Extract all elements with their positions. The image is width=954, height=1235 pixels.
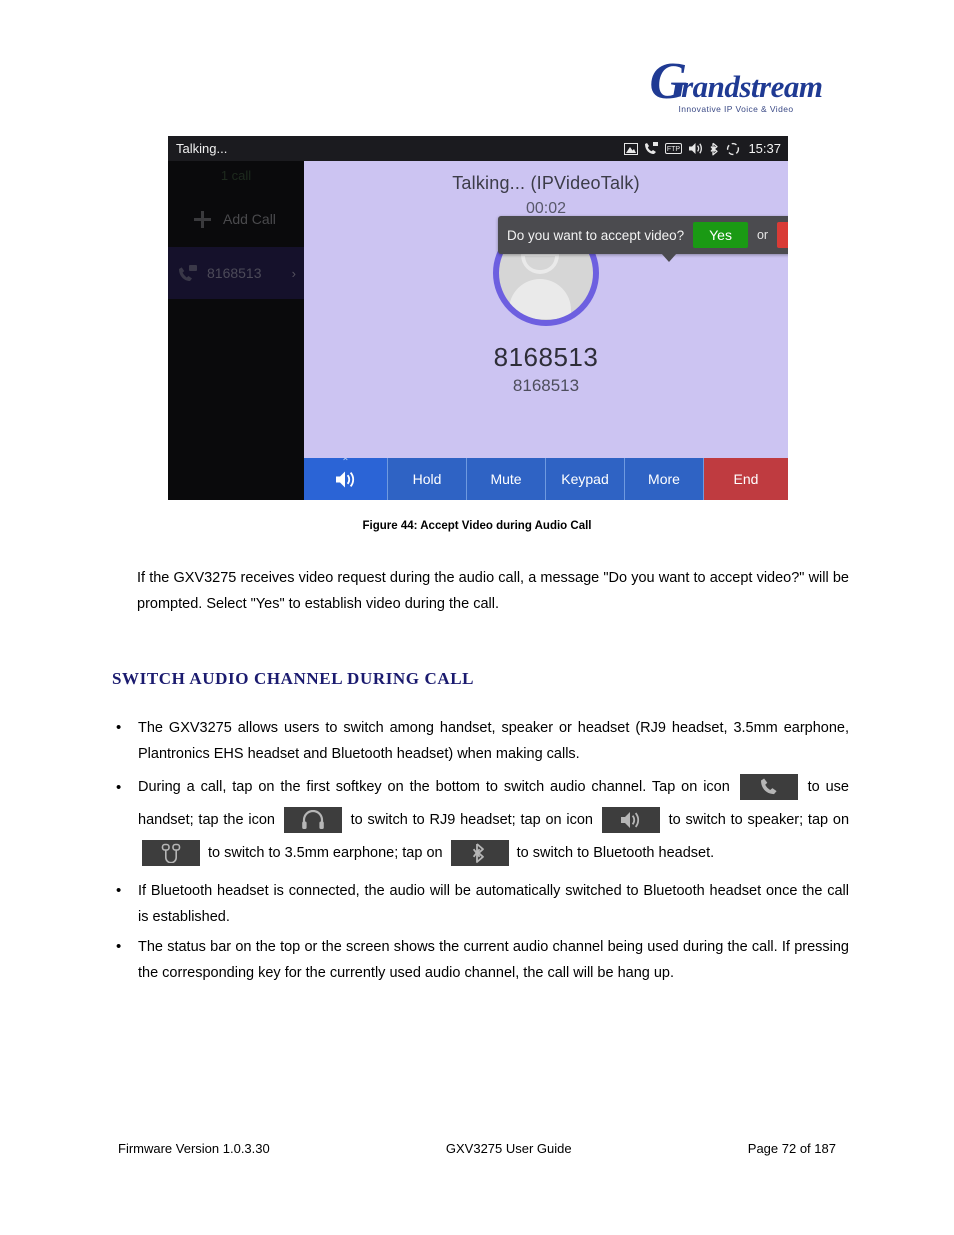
add-call-button[interactable]: Add Call <box>168 191 304 247</box>
list-item: During a call, tap on the first softkey … <box>112 771 849 870</box>
chevron-right-icon: › <box>291 265 296 281</box>
logo-mark: G randstream <box>636 52 836 110</box>
caller-name: 8168513 <box>493 342 599 372</box>
bluetooth-icon <box>710 142 719 155</box>
handset-icon <box>739 774 798 801</box>
accept-video-dialog: Do you want to accept video? Yes or No <box>498 216 788 262</box>
call-softkey-bar: ⌃ Hold Mute Keypad More End <box>304 458 788 500</box>
accept-video-yes-button[interactable]: Yes <box>693 222 748 248</box>
bullet-text-part: During a call, tap on the first softkey … <box>138 779 730 795</box>
document-body: If the GXV3275 receives video request du… <box>0 565 954 990</box>
add-call-label: Add Call <box>223 211 276 227</box>
logo-initial-g: G <box>649 52 688 110</box>
speaker-icon <box>335 471 354 487</box>
image-icon <box>624 142 639 155</box>
active-call-panel: Talking... (IPVideoTalk) 00:02 8168513 8… <box>304 161 788 500</box>
bullet-text: If Bluetooth headset is connected, the a… <box>138 883 849 925</box>
bluetooth-icon <box>450 840 509 867</box>
accept-video-no-button[interactable]: No <box>777 222 788 248</box>
caller-number: 8168513 <box>512 376 580 395</box>
status-bar-title: Talking... <box>176 141 228 156</box>
footer-page-number: Page 72 of 187 <box>747 1141 836 1156</box>
footer-guide-title: GXV3275 User Guide <box>445 1141 572 1156</box>
softkey-mute[interactable]: Mute <box>467 458 546 500</box>
call-list-item-number: 8168513 <box>207 265 262 281</box>
softkey-more[interactable]: More <box>625 458 704 500</box>
accept-video-or-label: or <box>756 228 769 242</box>
avatar-body-shape <box>509 279 571 319</box>
speaker-icon <box>689 143 703 154</box>
active-call-icon <box>179 264 197 281</box>
softkey-end-call[interactable]: End <box>704 458 788 500</box>
accept-video-message: Do you want to accept video? <box>507 227 685 243</box>
call-count-label: 1 call <box>220 168 252 183</box>
status-bar-clock: 15:37 <box>748 141 781 156</box>
intro-paragraph: If the GXV3275 receives video request du… <box>137 570 849 612</box>
footer-firmware-version: Firmware Version 1.0.3.30 <box>118 1141 270 1156</box>
earbuds-icon <box>142 840 200 867</box>
logo-wordmark: randstream <box>681 69 823 104</box>
softkey-audio-channel[interactable]: ⌃ <box>304 458 388 500</box>
softkey-hold[interactable]: Hold <box>388 458 467 500</box>
phone-screenshot: Talking... FTP 15:37 1 call Add Call 816… <box>168 136 788 500</box>
call-list-sidebar: 1 call Add Call 8168513 › <box>168 161 304 500</box>
dialog-pointer <box>660 253 677 262</box>
bullet-text: The GXV3275 allows users to switch among… <box>138 720 849 762</box>
list-item: The status bar on the top or the screen … <box>112 934 849 986</box>
bullet-text-part: to switch to speaker; tap on <box>668 812 850 828</box>
phone-body: 1 call Add Call 8168513 › Talking... (IP… <box>168 161 788 500</box>
bullet-text: The status bar on the top or the screen … <box>138 939 849 981</box>
softkey-keypad[interactable]: Keypad <box>546 458 625 500</box>
bullet-text-part: to switch to RJ9 headset; tap on icon <box>350 812 593 828</box>
list-item: If Bluetooth headset is connected, the a… <box>112 878 849 930</box>
ftp-icon: FTP <box>665 143 683 154</box>
bullet-list: The GXV3275 allows users to switch among… <box>112 715 849 986</box>
sync-icon <box>727 142 740 155</box>
bullet-text-part: to switch to 3.5mm earphone; tap on <box>208 845 443 861</box>
call-transfer-icon <box>645 142 659 154</box>
list-item: The GXV3275 allows users to switch among… <box>112 715 849 767</box>
plus-icon <box>194 210 211 228</box>
call-state-label: Talking... (IPVideoTalk) <box>452 173 640 193</box>
headset-icon <box>283 807 342 834</box>
figure-caption: Figure 44: Accept Video during Audio Cal… <box>362 520 592 532</box>
chevron-up-icon: ⌃ <box>341 457 350 468</box>
page-footer: Firmware Version 1.0.3.30 GXV3275 User G… <box>118 1141 836 1156</box>
status-bar-icons: FTP 15:37 <box>624 141 781 156</box>
call-list-item[interactable]: 8168513 › <box>168 247 304 299</box>
grandstream-logo: G randstream Innovative IP Voice & Video <box>636 52 836 114</box>
phone-status-bar: Talking... FTP 15:37 <box>168 136 788 161</box>
speaker-icon <box>601 807 660 834</box>
svg-text:FTP: FTP <box>667 146 681 153</box>
section-heading: SWITCH AUDIO CHANNEL DURING CALL <box>112 669 475 688</box>
page-header: G randstream Innovative IP Voice & Video <box>0 0 954 136</box>
bullet-text-part: to switch to Bluetooth headset. <box>516 845 715 861</box>
